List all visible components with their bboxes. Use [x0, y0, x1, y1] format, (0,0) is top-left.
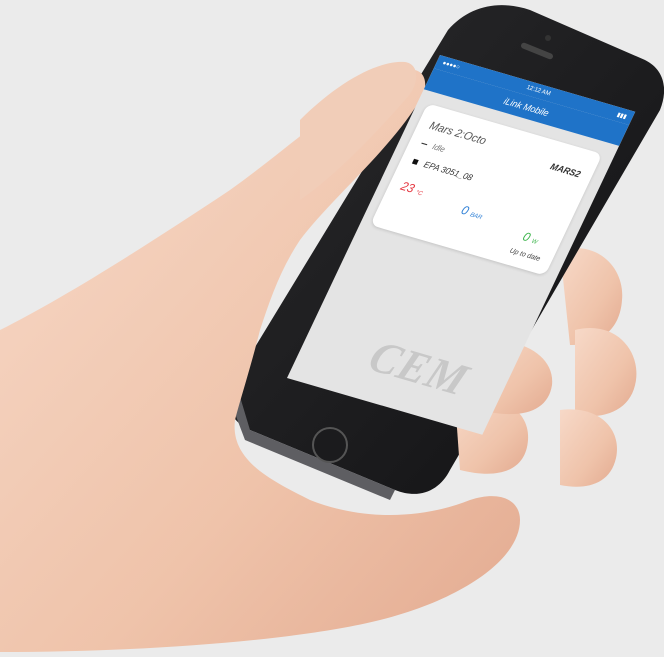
instrument-state: Idle [420, 139, 447, 154]
method-row: EPA 3051_08 [411, 156, 475, 183]
mars-logo: MARS2 [548, 161, 583, 180]
power-readout: 0 W [520, 229, 541, 247]
temperature-unit: °C [414, 189, 424, 198]
sync-status: Up to date [508, 247, 542, 263]
pressure-readout: 0 BAR [459, 203, 486, 222]
battery-icon: ▮▮▮ [615, 111, 628, 121]
dash-icon [421, 143, 428, 146]
method-label: EPA 3051_08 [422, 159, 475, 183]
temperature-readout: 23 °C [398, 179, 426, 199]
photo-scene: ●●●●○ 12:12 AM ▮▮▮ iLink Mobile Mars 2:O… [0, 0, 664, 652]
signal-icon: ●●●●○ [441, 60, 461, 72]
power-unit: W [530, 238, 539, 246]
cem-watermark: CEM [361, 331, 477, 406]
app-title: iLink Mobile [502, 95, 551, 119]
pressure-unit: BAR [468, 212, 483, 222]
square-icon [411, 158, 419, 165]
state-label: Idle [430, 142, 447, 155]
